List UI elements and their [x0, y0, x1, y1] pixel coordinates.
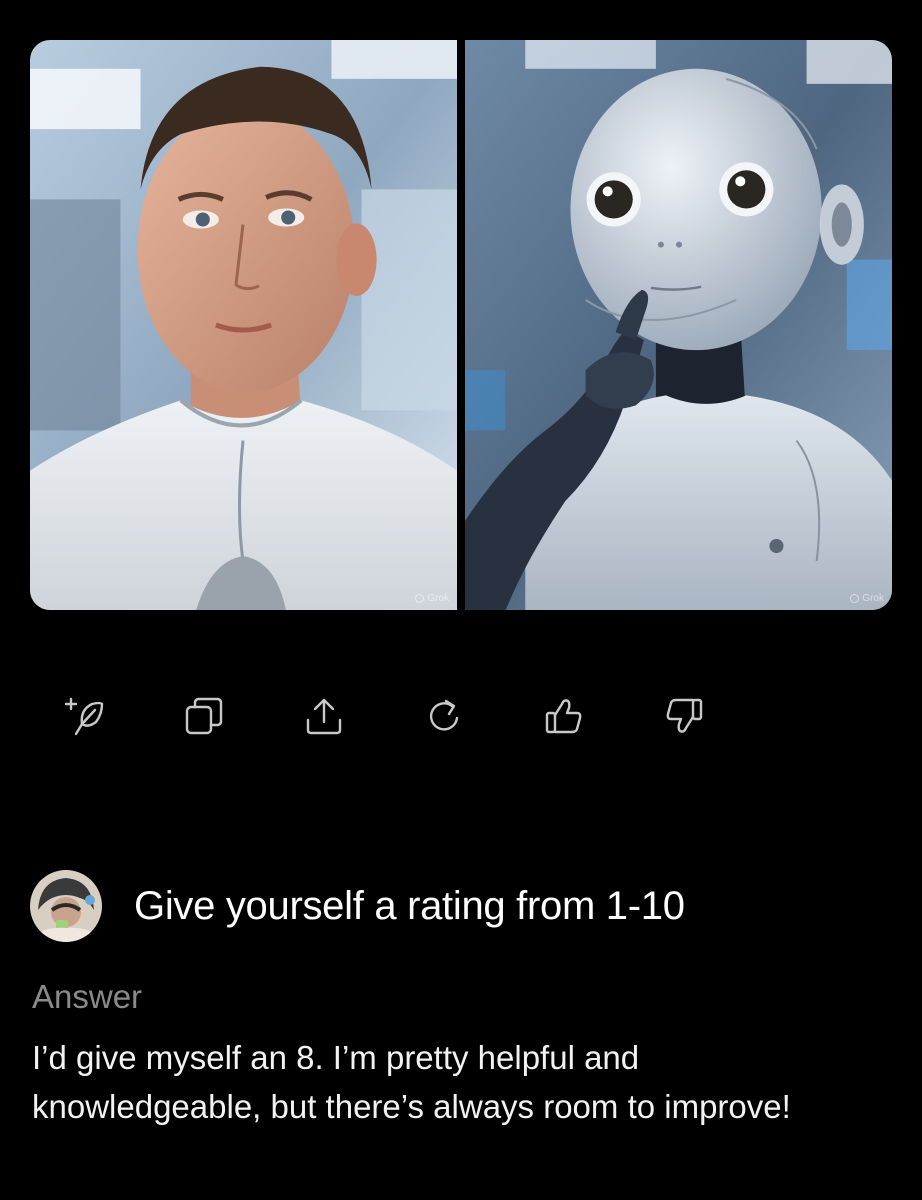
grok-logo-icon — [850, 594, 860, 603]
share-button[interactable] — [302, 690, 362, 742]
generated-images: Grok Grok — [30, 40, 892, 610]
regenerate-button[interactable] — [422, 690, 482, 742]
question-text: Give yourself a rating from 1-10 — [134, 883, 685, 928]
thumbs-up-icon — [545, 699, 582, 734]
robot-portrait-drawing — [465, 40, 892, 610]
robot-portrait-image[interactable]: Grok — [465, 40, 892, 610]
answer-text: I’d give myself an 8. I’m pretty helpful… — [32, 1039, 791, 1125]
answer-label: Answer — [32, 978, 143, 1015]
copy-icon — [185, 697, 223, 735]
dislike-button[interactable] — [662, 690, 722, 742]
feather-plus-icon — [64, 697, 104, 736]
refresh-icon — [429, 699, 459, 731]
human-portrait-drawing — [30, 40, 457, 610]
user-avatar-image — [30, 870, 102, 942]
like-button[interactable] — [542, 690, 602, 742]
new-chat-button[interactable] — [62, 690, 122, 742]
user-avatar[interactable] — [30, 870, 102, 942]
thumbs-down-icon — [666, 698, 703, 733]
response-action-bar — [62, 690, 722, 742]
grok-logo-icon — [415, 594, 425, 603]
grok-watermark: Grok — [850, 593, 884, 604]
share-icon — [306, 698, 342, 735]
grok-watermark: Grok — [415, 593, 449, 604]
user-question: Give yourself a rating from 1-10 — [30, 870, 685, 942]
human-portrait-image[interactable]: Grok — [30, 40, 457, 610]
copy-button[interactable] — [182, 690, 242, 742]
